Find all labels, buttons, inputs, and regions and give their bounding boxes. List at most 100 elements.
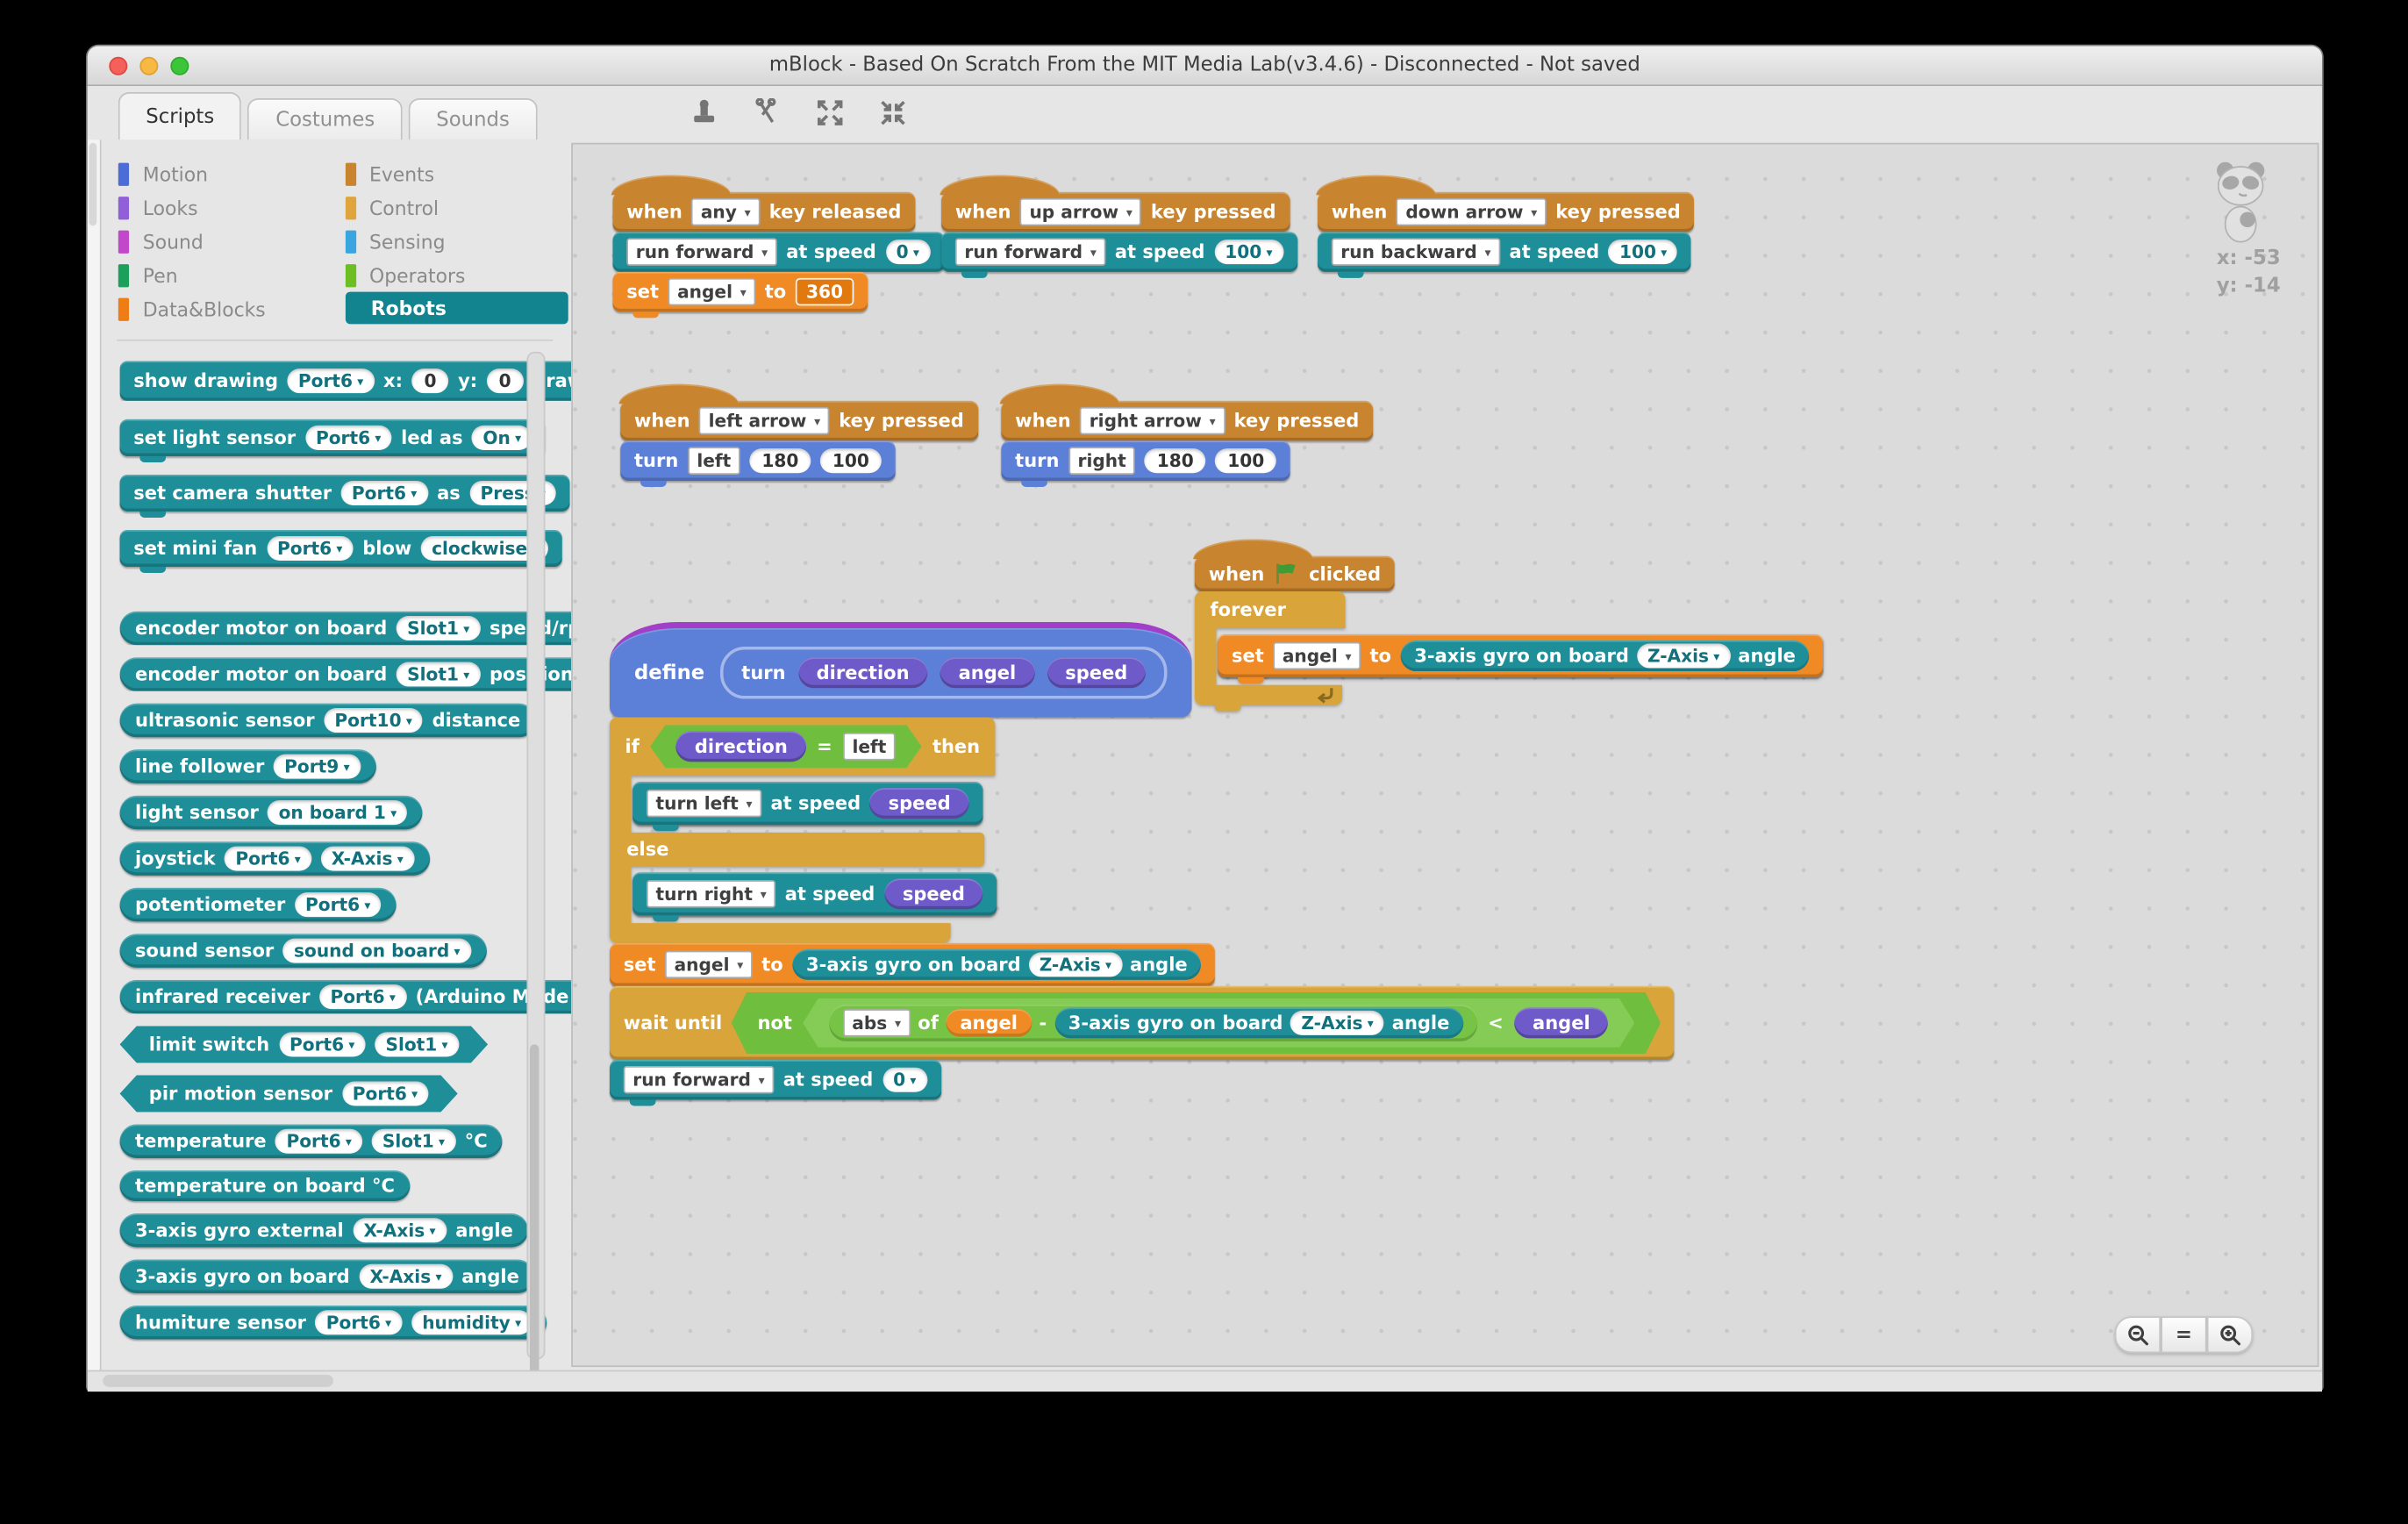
temperature-block[interactable]: temperaturePort6▾Slot1▾°C [120,1124,504,1158]
limit-switch-block[interactable]: limit switchPort6▾Slot1▾ [120,1026,489,1063]
dropdown-port6[interactable]: Port6▾ [341,481,428,505]
dropdown-z-axis[interactable]: Z-Axis▾ [1290,1011,1384,1035]
zoom-in-button[interactable] [2207,1316,2254,1353]
line-follower-block[interactable]: line followerPort9▾ [120,749,376,783]
dropdown-up-arrow[interactable]: up arrow▾ [1020,198,1141,226]
input-100[interactable]: 100 [1215,448,1276,473]
sound-sensor-block[interactable]: sound sensorsound on board▾ [120,934,487,968]
grow-block-icon[interactable] [815,98,844,127]
when-flag-clicked-hat[interactable]: whenclicked [1195,556,1395,591]
pir-motion-sensor-block[interactable]: pir motion sensorPort6▾ [120,1075,458,1112]
left-scrollbar-strip[interactable] [88,140,102,1370]
custom-block-prototype[interactable]: turndirectionangelspeed [720,647,1168,699]
when-down-arrow-script[interactable]: whendown arrow▾key pressedrun backward▾a… [1318,174,1695,272]
infrared-receiver-block[interactable]: infrared receiverPort6▾(Arduino Mode Onl… [120,980,572,1014]
category-operators[interactable]: Operators [345,258,571,292]
run-forward-block[interactable]: run forward▾at speed0▾ [610,1060,940,1100]
palette-scrollbar-thumb[interactable] [530,1044,539,1370]
input-180[interactable]: 180 [749,448,811,473]
when-any-key-released-script[interactable]: whenany▾key releasedrun forward▾at speed… [613,174,944,312]
run-forward-block[interactable]: run forward▾at speed100▾ [941,232,1297,272]
dropdown-port6[interactable]: Port6▾ [305,426,392,450]
zoom-button[interactable] [170,57,189,75]
turn-custom-call-block[interactable]: turnleft180100 [620,440,895,481]
run-forward-block[interactable]: run forward▾at speed0▾ [613,232,944,272]
c-block-header[interactable]: ifdirection=leftthen [610,718,996,776]
boolean-block[interactable]: direction=left [650,725,922,768]
tab-costumes[interactable]: Costumes [248,98,403,140]
dropdown-100[interactable]: 100▾ [1214,240,1283,264]
dropdown-on-board-1[interactable]: on board 1▾ [268,800,407,825]
category-data-blocks[interactable]: Data&Blocks [118,292,345,326]
parameter-speed[interactable]: speed [870,788,969,819]
wait-until-block[interactable]: wait untilnotabs▾ofangel-3-axis gyro on … [610,986,1675,1060]
define-turn-hat[interactable]: defineturndirectionangelspeed [610,622,1192,718]
when-key-released-hat[interactable]: whenany▾key released [613,192,916,233]
dropdown-slot1[interactable]: Slot1▾ [397,616,481,640]
dropdown-port6[interactable]: Port6▾ [319,984,406,1009]
dropdown-on[interactable]: On▾ [472,426,532,450]
parameter-direction[interactable]: direction [676,731,806,762]
dropdown-port6[interactable]: Port6▾ [225,847,311,871]
when-left-arrow-script[interactable]: whenleft arrow▾key pressedturnleft180100 [620,383,977,481]
dropdown-abs[interactable]: abs▾ [843,1009,911,1037]
dropdown-right-arrow[interactable]: right arrow▾ [1080,407,1225,435]
dropdown-port6[interactable]: Port6▾ [295,892,382,917]
category-robots[interactable]: Robots [345,292,568,325]
dropdown-run-forward[interactable]: run forward▾ [955,238,1105,266]
dropdown-port6[interactable]: Port6▾ [279,1032,366,1056]
dropdown-humidity[interactable]: humidity▾ [411,1310,532,1334]
ultrasonic-sensor-block[interactable]: ultrasonic sensorPort10▾distance [120,704,536,738]
turn-custom-call-block[interactable]: turnright180100 [1001,440,1290,481]
stamp-duplicate-icon[interactable] [690,98,718,127]
dropdown-0[interactable]: 0▾ [885,240,930,264]
dropdown-0[interactable]: 0▾ [882,1068,927,1092]
tab-scripts[interactable]: Scripts [118,92,242,140]
when-key-pressed-hat[interactable]: whenright arrow▾key pressed [1001,401,1373,441]
humiture-sensor-block[interactable]: humiture sensorPort6▾humidity▾ [120,1306,547,1340]
close-button[interactable] [109,57,127,75]
zoom-out-button[interactable] [2115,1316,2161,1353]
shrink-block-icon[interactable] [878,98,907,127]
dropdown-left-arrow[interactable]: left arrow▾ [699,407,830,435]
set-camera-shutter-block[interactable]: set camera shutterPort6▾asPress▾ [120,475,571,512]
palette-scrollbar[interactable] [526,352,545,1359]
category-sensing[interactable]: Sensing [345,225,571,259]
input-0[interactable]: 0 [412,368,449,393]
potentiometer-block[interactable]: potentiometerPort6▾ [120,888,397,922]
dropdown-run-backward[interactable]: run backward▾ [1332,238,1500,266]
reporter-block[interactable]: abs▾ofangel-3-axis gyro on boardZ-Axis▾a… [829,1005,1477,1041]
input-left[interactable]: left [843,733,896,761]
boolean-block[interactable]: notabs▾ofangel-3-axis gyro on boardZ-Axi… [732,992,1661,1054]
turn-right-at-speed-block[interactable]: turn right▾at speedspeed [632,872,997,915]
dropdown-100[interactable]: 100▾ [1609,240,1678,264]
title-bar[interactable]: mBlock - Based On Scratch From the MIT M… [88,47,2322,87]
dropdown-port6[interactable]: Port6▾ [342,1081,429,1105]
set-angel-block[interactable]: setangel▾to360 [613,272,868,312]
dropdown-z-axis[interactable]: Z-Axis▾ [1028,952,1122,977]
category-events[interactable]: Events [345,157,571,191]
dropdown-x-axis[interactable]: X-Axis▾ [359,1264,452,1289]
when-key-pressed-hat[interactable]: whenup arrow▾key pressed [941,192,1290,233]
gyro-external-block[interactable]: 3-axis gyro externalX-Axis▾angle [120,1213,529,1248]
parameter-angel[interactable]: angel [940,657,1035,688]
minimize-button[interactable] [139,57,158,75]
input-100[interactable]: 100 [820,448,882,473]
category-pen[interactable]: Pen [118,258,345,292]
show-drawing-block[interactable]: show drawingPort6▾x:0y:0draw: [120,361,572,401]
tab-sounds[interactable]: Sounds [409,98,538,140]
dropdown-run-forward[interactable]: run forward▾ [626,238,776,266]
dropdown-any[interactable]: any▾ [691,198,760,226]
encoder-motor-position-block[interactable]: encoder motor on boardSlot1▾position/deg… [120,657,572,691]
dropdown-x-axis[interactable]: X-Axis▾ [353,1218,446,1242]
dropdown-port6[interactable]: Port6▾ [316,1310,403,1334]
dropdown-angel[interactable]: angel▾ [665,951,753,979]
input-360[interactable]: 360 [796,278,854,306]
set-angel-to-gyro-block[interactable]: setangel▾to3-axis gyro on boardZ-Axis▾an… [610,943,1215,986]
dropdown-port6[interactable]: Port6▾ [267,536,354,561]
category-looks[interactable]: Looks [118,190,345,225]
reporter-block[interactable]: angel [947,1009,1032,1037]
dropdown-port6[interactable]: Port6▾ [275,1129,362,1154]
dropdown-turn-right[interactable]: turn right▾ [647,880,775,908]
parameter-speed[interactable]: speed [1047,657,1146,688]
